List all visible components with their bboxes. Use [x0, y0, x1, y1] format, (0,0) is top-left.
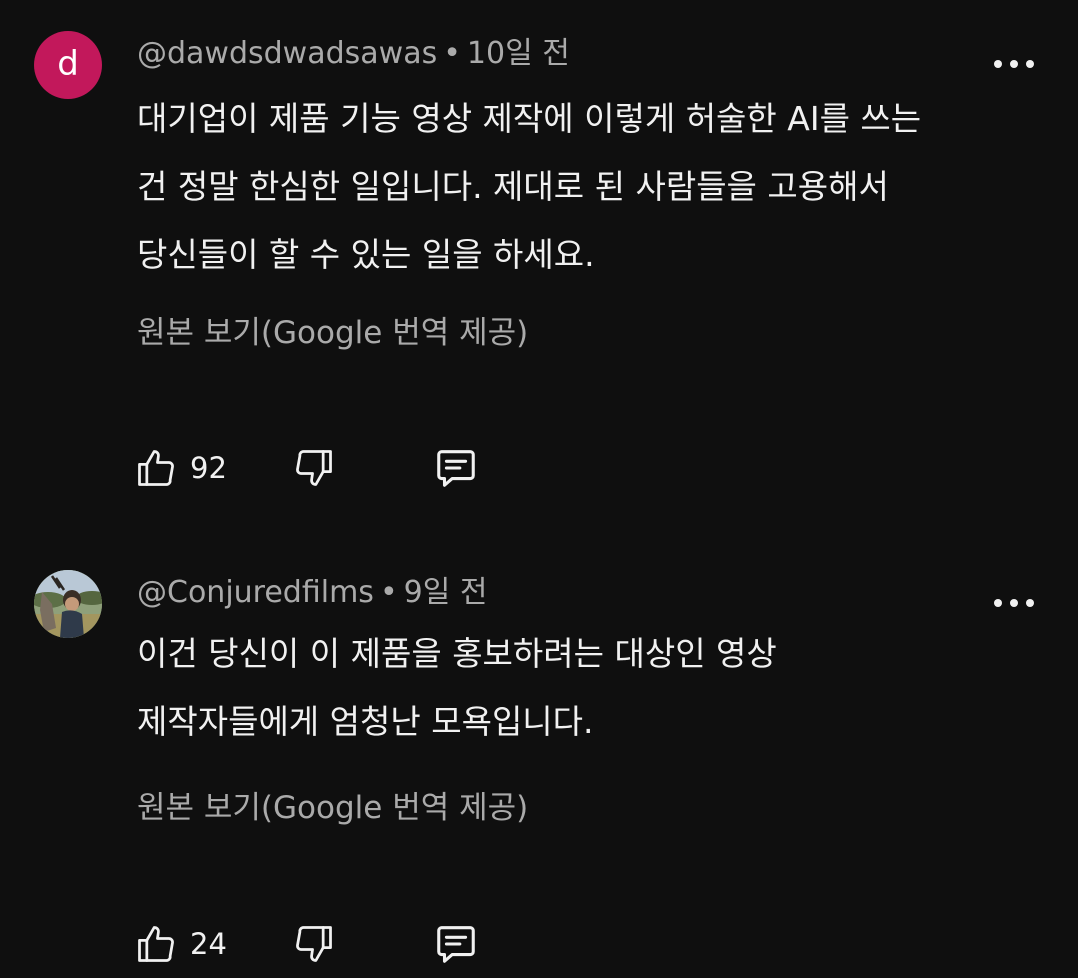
- more-options-button[interactable]: [994, 593, 1034, 613]
- view-original-link[interactable]: 원본 보기(Google 번역 제공): [137, 313, 528, 353]
- comment-text: 이건 당신이 이 제품을 홍보하려는 대상인 영상 제작자들에게 엄청난 모욕입…: [137, 634, 777, 741]
- comment-reply-icon: [432, 921, 480, 967]
- like-count: 92: [190, 451, 227, 485]
- more-vert-icon-dot: [1026, 60, 1034, 68]
- like-button[interactable]: 92: [134, 443, 227, 493]
- view-original-link[interactable]: 원본 보기(Google 번역 제공): [137, 788, 528, 828]
- more-vert-icon-dot: [1010, 599, 1018, 607]
- comment-meta: @Conjuredfilms • 9일 전: [137, 575, 487, 611]
- avatar[interactable]: [34, 570, 102, 638]
- thumbs-down-icon: [292, 446, 336, 490]
- avatar-photo: [34, 570, 102, 638]
- comment-time: 9일 전: [403, 575, 488, 610]
- comment-time: 10일 전: [466, 36, 570, 71]
- like-button[interactable]: 24: [134, 919, 227, 969]
- dislike-button[interactable]: [292, 443, 336, 493]
- more-vert-icon-dot: [994, 599, 1002, 607]
- more-vert-icon-dot: [994, 60, 1002, 68]
- more-vert-icon-dot: [1010, 60, 1018, 68]
- like-count: 24: [190, 927, 227, 961]
- comment-actions: 92: [134, 443, 514, 493]
- avatar[interactable]: d: [34, 31, 102, 99]
- thumbs-down-icon: [292, 922, 336, 966]
- comment-reply-icon: [432, 445, 480, 491]
- more-options-button[interactable]: [994, 54, 1034, 74]
- comment-item: @Conjuredfilms • 9일 전 이건 당신이 이 제품을 홍보하려는 대…: [0, 545, 1078, 978]
- dislike-button[interactable]: [292, 919, 336, 969]
- comment-item: d @dawdsdwadsawas • 10일 전 대기업이 제품 기능 영상 제작…: [0, 0, 1078, 545]
- meta-separator: •: [379, 575, 398, 610]
- comment-text: 대기업이 제품 기능 영상 제작에 이렇게 허술한 AI를 쓰는 건 정말 한심…: [137, 99, 922, 274]
- thumbs-up-icon: [134, 446, 178, 490]
- comment-author[interactable]: @Conjuredfilms: [137, 575, 374, 610]
- thumbs-up-icon: [134, 922, 178, 966]
- comment-meta: @dawdsdwadsawas • 10일 전: [137, 36, 570, 72]
- reply-button[interactable]: [432, 443, 480, 493]
- comment-actions: 24: [134, 919, 514, 969]
- comment-author[interactable]: @dawdsdwadsawas: [137, 36, 437, 71]
- reply-button[interactable]: [432, 919, 480, 969]
- more-vert-icon-dot: [1026, 599, 1034, 607]
- avatar-initial: d: [57, 43, 79, 84]
- meta-separator: •: [443, 36, 461, 71]
